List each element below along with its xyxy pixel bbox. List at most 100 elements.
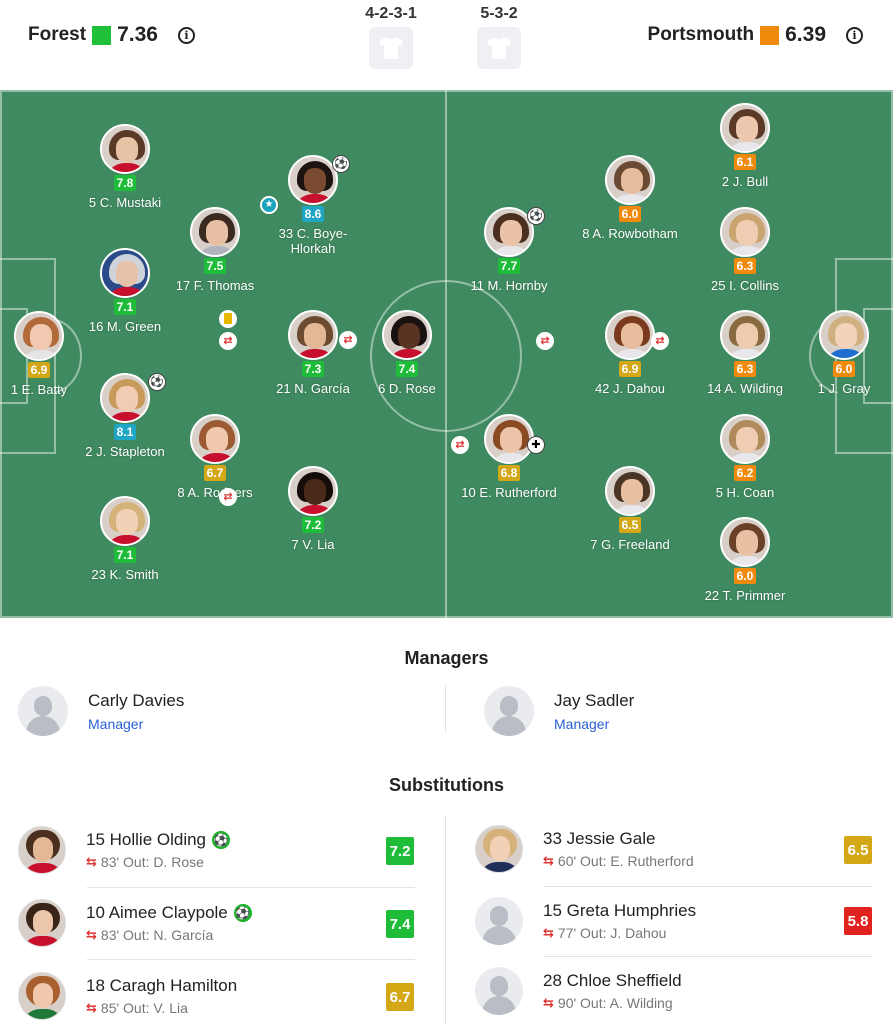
player-photo xyxy=(382,310,432,360)
player-marker[interactable]: 6.1 2 J. Bull xyxy=(685,103,805,189)
player-photo xyxy=(720,207,770,257)
sub-rating: 7.4 xyxy=(386,910,414,938)
sub-detail: 83' Out: N. García xyxy=(100,927,214,943)
player-marker[interactable]: ⇄ ✚ 6.8 10 E. Rutherford xyxy=(449,414,569,500)
player-rating: 6.9 xyxy=(618,361,642,377)
player-marker[interactable]: 6.0 8 A. Rowbotham xyxy=(570,155,690,241)
player-name: 7 V. Lia xyxy=(291,537,335,552)
row-divider xyxy=(87,959,415,960)
player-photo xyxy=(819,310,869,360)
substitution-row[interactable]: 28 Chloe Sheffield ⇆ 90' Out: A. Wilding xyxy=(475,957,875,1024)
player-marker[interactable]: ⇄ 7.2 7 V. Lia xyxy=(219,466,373,552)
player-photo xyxy=(720,414,770,464)
player-marker[interactable]: 7.1 16 M. Green xyxy=(65,248,185,334)
player-marker[interactable]: 6.3 25 I. Collins xyxy=(685,207,805,293)
player-rating: 7.1 xyxy=(113,299,137,315)
substitution-icon: ⇄ xyxy=(536,332,554,350)
away-team-summary[interactable]: Portsmouth 6.39 i xyxy=(648,23,863,47)
player-photo xyxy=(605,310,655,360)
player-marker[interactable]: 7.8 5 C. Mustaki xyxy=(65,124,185,210)
home-manager[interactable]: Carly Davies Manager xyxy=(18,686,184,736)
away-manager[interactable]: Jay Sadler Manager xyxy=(484,686,634,736)
sub-rating: 5.8 xyxy=(844,907,872,935)
sub-detail: 77' Out: J. Dahou xyxy=(557,925,667,941)
player-name: 42 J. Dahou xyxy=(594,381,666,396)
substitution-row[interactable]: 15 Hollie Olding ⚽ ⇆ 83' Out: D. Rose xyxy=(18,816,418,884)
player-marker[interactable]: 7.1 23 K. Smith xyxy=(65,496,185,582)
player-marker[interactable]: ⚽ ★ 8.6 33 C. Boye-Hlorkah xyxy=(260,155,353,256)
sub-detail: 90' Out: A. Wilding xyxy=(557,995,673,1011)
sub-rating: 6.7 xyxy=(386,983,414,1011)
substitution-row[interactable]: 18 Caragh Hamilton ⇆ 85' Out: V. Lia xyxy=(18,962,418,1024)
player-name: 21 N. García xyxy=(276,381,350,396)
home-team-summary[interactable]: Forest 7.36 i xyxy=(28,23,195,47)
player-marker[interactable]: ⇄ 7.4 6 D. Rose xyxy=(339,310,452,396)
player-photo xyxy=(605,466,655,516)
substitution-icon: ⇄ xyxy=(219,488,237,506)
player-rating: 7.2 xyxy=(301,517,325,533)
player-photo xyxy=(605,155,655,205)
player-name: 8 A. Rowbotham xyxy=(582,226,678,241)
player-rating: 6.7 xyxy=(203,465,227,481)
substitution-icon: ⇆ xyxy=(543,925,554,940)
sub-player-name: 18 Caragh Hamilton xyxy=(86,976,238,995)
goal-icon: ⚽ xyxy=(233,904,252,922)
home-team-rating: 7.36 xyxy=(117,23,158,46)
sub-player-name: 28 Chloe Sheffield xyxy=(543,971,682,990)
player-photo xyxy=(100,248,150,298)
substitution-row[interactable]: 15 Greta Humphries ⇆ 77' Out: J. Dahou xyxy=(475,887,875,955)
player-marker[interactable]: ⇄ 6.9 42 J. Dahou xyxy=(536,310,690,396)
substitution-row[interactable]: 33 Jessie Gale ⇆ 60' Out: E. Rutherford xyxy=(475,815,875,883)
player-marker[interactable]: 6.5 7 G. Freeland xyxy=(570,466,690,552)
sub-player-name: 15 Greta Humphries xyxy=(543,901,697,920)
substitution-icon: ⇄ xyxy=(451,436,469,454)
row-divider xyxy=(87,887,415,888)
sub-player-name: 15 Hollie Olding xyxy=(86,830,207,849)
sub-detail: 85' Out: V. Lia xyxy=(100,1000,188,1016)
player-name: 2 J. Bull xyxy=(721,174,769,189)
player-photo xyxy=(720,517,770,567)
player-photo xyxy=(720,103,770,153)
player-marker[interactable]: 6.2 5 H. Coan xyxy=(685,414,805,500)
player-name: 16 M. Green xyxy=(88,319,162,334)
player-name: 10 E. Rutherford xyxy=(461,485,557,500)
player-photo xyxy=(475,825,523,873)
player-photo xyxy=(18,899,66,947)
substitution-row[interactable]: 10 Aimee Claypole ⚽ ⇆ 83' Out: N. García xyxy=(18,889,418,957)
injury-icon: ✚ xyxy=(527,436,545,454)
substitution-icon: ⇆ xyxy=(543,995,554,1010)
goal-icon: ⚽ xyxy=(148,373,166,391)
info-icon[interactable]: i xyxy=(177,26,195,44)
player-photo xyxy=(100,496,150,546)
player-photo xyxy=(18,826,66,874)
home-team-name: Forest xyxy=(28,24,87,45)
substitution-icon: ⇆ xyxy=(543,853,554,868)
player-rating: 8.1 xyxy=(113,424,137,440)
player-marker[interactable]: 6.0 22 T. Primmer xyxy=(685,517,805,603)
substitution-icon: ⇆ xyxy=(86,1000,97,1015)
substitution-icon: ⇆ xyxy=(86,854,97,869)
manager-avatar-icon xyxy=(18,686,68,736)
substitution-icon: ⇄ xyxy=(339,331,357,349)
player-marker[interactable]: ⇄ 6.3 14 A. Wilding xyxy=(651,310,805,396)
player-rating: 8.6 xyxy=(301,206,325,222)
player-photo xyxy=(18,972,66,1020)
info-icon[interactable]: i xyxy=(846,26,863,44)
manager-role-link[interactable]: Manager xyxy=(88,716,184,732)
sub-detail: 60' Out: E. Rutherford xyxy=(557,853,694,869)
player-marker[interactable]: ⚽ 7.7 11 M. Hornby xyxy=(449,207,569,293)
substitution-icon: ⇄ xyxy=(651,332,669,350)
managers-title: Managers xyxy=(404,648,489,668)
substitutions-divider xyxy=(445,815,446,1024)
manager-role-link[interactable]: Manager xyxy=(554,716,634,732)
player-photo xyxy=(100,373,150,423)
player-name: 25 I. Collins xyxy=(711,278,779,293)
player-photo xyxy=(190,207,240,257)
away-shirt-icon xyxy=(477,27,521,69)
match-header: Forest 7.36 i 4-2-3-1 5-3-2 Portsmouth 6… xyxy=(0,0,893,90)
player-marker[interactable]: ⇄ 7.3 21 N. García xyxy=(219,310,373,396)
yellow-card-icon xyxy=(219,310,237,328)
player-marker[interactable]: 6.0 1 J. Gray xyxy=(804,310,884,396)
player-photo xyxy=(190,414,240,464)
player-rating: 7.5 xyxy=(203,258,227,274)
